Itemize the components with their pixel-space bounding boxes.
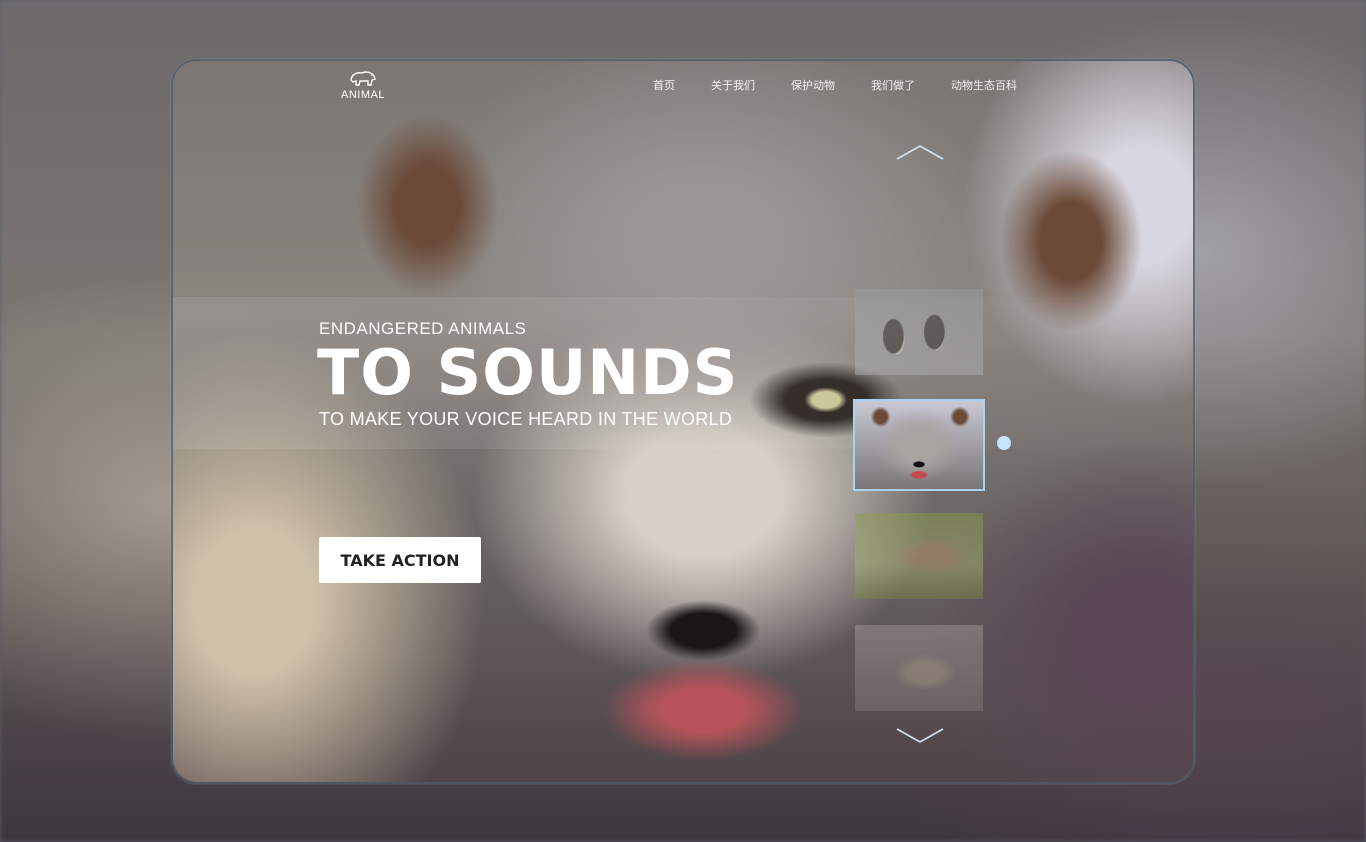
wolf-thumbnail bbox=[855, 401, 983, 489]
carousel-thumb-bear[interactable] bbox=[855, 625, 983, 711]
lion-thumbnail bbox=[855, 513, 983, 599]
carousel-active-indicator bbox=[997, 436, 1011, 450]
penguin-thumbnail bbox=[855, 289, 983, 375]
hero-card: ANIMAL 首页 关于我们 保护动物 我们做了 动物生态百科 ENDANGER… bbox=[171, 59, 1195, 784]
nav-item-what-we-did[interactable]: 我们做了 bbox=[871, 77, 915, 93]
carousel-thumb-lion[interactable] bbox=[855, 513, 983, 599]
chevron-down-icon[interactable] bbox=[895, 725, 945, 745]
carousel-thumb-wolf[interactable] bbox=[853, 399, 985, 491]
nav-item-home[interactable]: 首页 bbox=[653, 77, 675, 93]
nav-item-about[interactable]: 关于我们 bbox=[711, 77, 755, 93]
carousel-thumb-penguin[interactable] bbox=[855, 289, 983, 375]
main-nav: 首页 关于我们 保护动物 我们做了 动物生态百科 bbox=[653, 77, 1053, 93]
bear-logo-icon bbox=[350, 71, 376, 86]
hero-title: TO SOUNDS bbox=[317, 336, 739, 409]
brand-name: ANIMAL bbox=[341, 89, 385, 101]
nav-item-protect-animals[interactable]: 保护动物 bbox=[791, 77, 835, 93]
brand-logo[interactable]: ANIMAL bbox=[341, 67, 385, 101]
chevron-up-icon[interactable] bbox=[895, 143, 945, 163]
take-action-button[interactable]: TAKE ACTION bbox=[319, 537, 481, 583]
nav-item-encyclopedia[interactable]: 动物生态百科 bbox=[951, 77, 1017, 93]
hero-tagline: TO MAKE YOUR VOICE HEARD IN THE WORLD bbox=[319, 409, 733, 429]
bear-thumbnail bbox=[855, 625, 983, 711]
